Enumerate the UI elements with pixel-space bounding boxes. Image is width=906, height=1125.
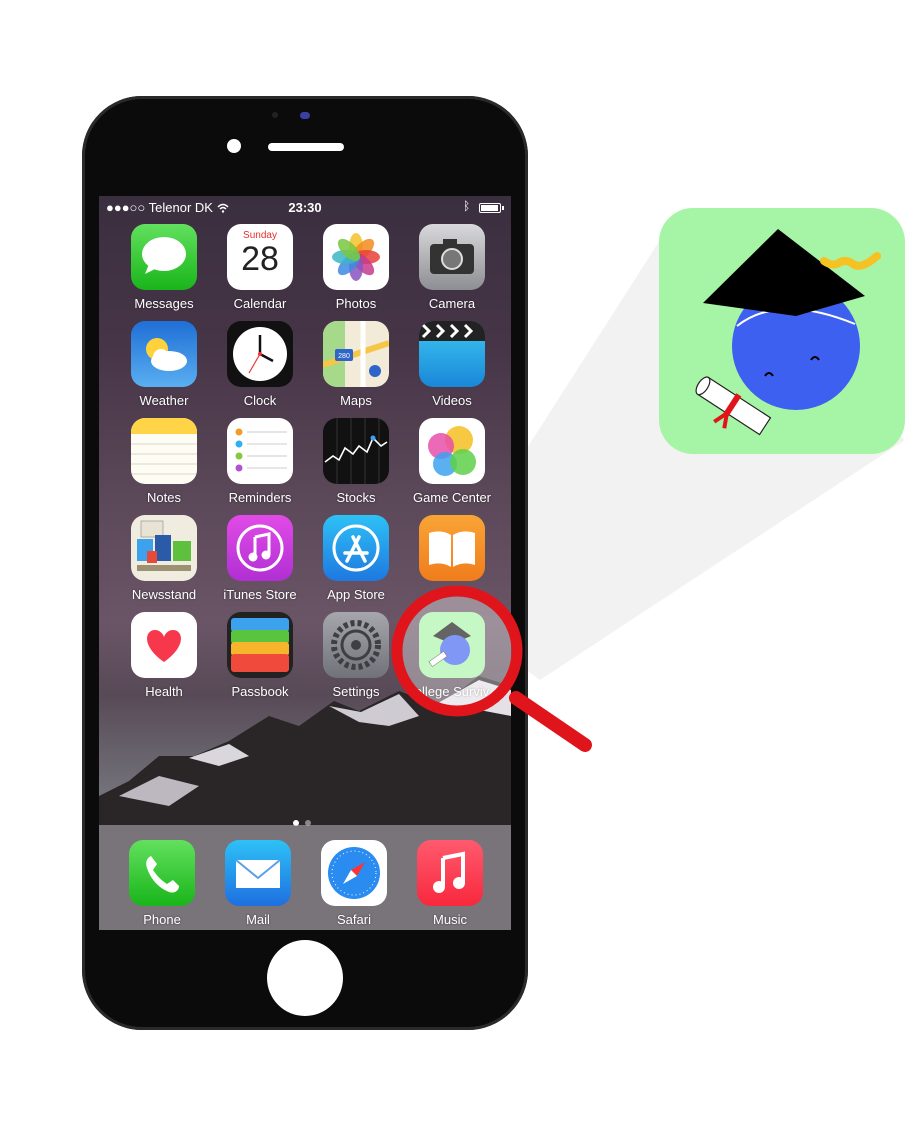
graduate-mascot-icon [695,229,881,436]
magnifier-icon [391,585,592,752]
zoomed-app-icon [659,208,905,454]
